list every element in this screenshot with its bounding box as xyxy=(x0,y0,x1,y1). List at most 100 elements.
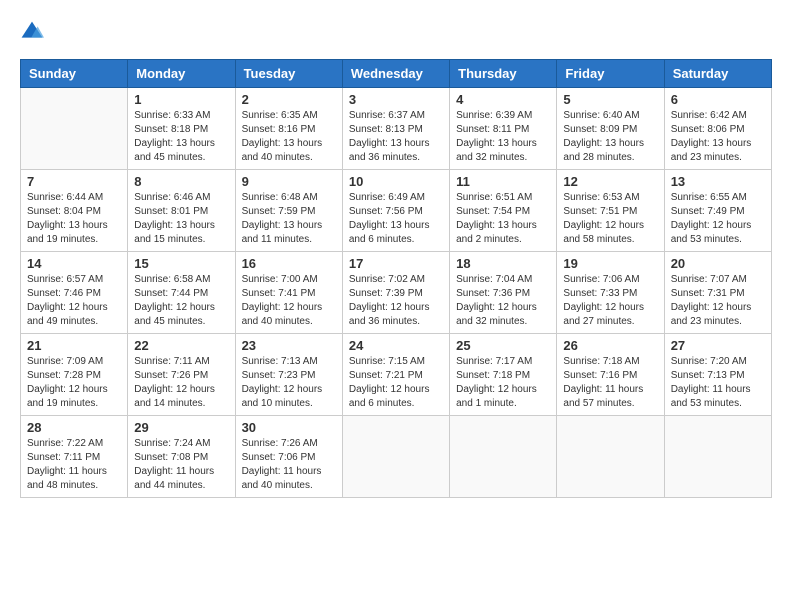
day-number: 17 xyxy=(349,256,443,271)
day-number: 27 xyxy=(671,338,765,353)
day-info: Sunrise: 7:11 AM Sunset: 7:26 PM Dayligh… xyxy=(134,355,228,411)
day-number: 12 xyxy=(563,174,657,189)
page-header xyxy=(20,20,772,44)
calendar-cell xyxy=(450,416,557,498)
day-number: 6 xyxy=(671,92,765,107)
day-info: Sunrise: 6:58 AM Sunset: 7:44 PM Dayligh… xyxy=(134,273,228,329)
calendar-table: SundayMondayTuesdayWednesdayThursdayFrid… xyxy=(20,59,772,498)
day-info: Sunrise: 6:39 AM Sunset: 8:11 PM Dayligh… xyxy=(456,109,550,165)
calendar-cell: 29 Sunrise: 7:24 AM Sunset: 7:08 PM Dayli… xyxy=(128,416,235,498)
calendar-cell: 19Sunrise: 7:06 AM Sunset: 7:33 PM Dayli… xyxy=(557,252,664,334)
column-header-thursday: Thursday xyxy=(450,60,557,88)
column-header-saturday: Saturday xyxy=(664,60,771,88)
day-info: Sunrise: 6:37 AM Sunset: 8:13 PM Dayligh… xyxy=(349,109,443,165)
calendar-cell xyxy=(557,416,664,498)
calendar-cell: 7 Sunrise: 6:44 AM Sunset: 8:04 PM Daylig… xyxy=(21,170,128,252)
calendar-cell: 23 Sunrise: 7:13 AM Sunset: 7:23 PM Dayli… xyxy=(235,334,342,416)
day-number: 5 xyxy=(563,92,657,107)
day-info: Sunrise: 7:20 AM Sunset: 7:13 PM Dayligh… xyxy=(671,355,765,411)
day-info: Sunrise: 6:44 AM Sunset: 8:04 PM Dayligh… xyxy=(27,191,121,247)
day-number: 8 xyxy=(134,174,228,189)
day-number: 29 xyxy=(134,420,228,435)
calendar-week-row: 14 Sunrise: 6:57 AM Sunset: 7:46 PM Dayli… xyxy=(21,252,772,334)
day-number: 11 xyxy=(456,174,550,189)
calendar-header-row: SundayMondayTuesdayWednesdayThursdayFrid… xyxy=(21,60,772,88)
column-header-sunday: Sunday xyxy=(21,60,128,88)
calendar-cell: 12Sunrise: 6:53 AM Sunset: 7:51 PM Dayli… xyxy=(557,170,664,252)
day-info: Sunrise: 6:57 AM Sunset: 7:46 PM Dayligh… xyxy=(27,273,121,329)
logo-icon xyxy=(20,20,44,44)
column-header-wednesday: Wednesday xyxy=(342,60,449,88)
day-number: 22 xyxy=(134,338,228,353)
day-number: 13 xyxy=(671,174,765,189)
day-info: Sunrise: 7:15 AM Sunset: 7:21 PM Dayligh… xyxy=(349,355,443,411)
calendar-cell xyxy=(342,416,449,498)
day-info: Sunrise: 6:40 AM Sunset: 8:09 PM Dayligh… xyxy=(563,109,657,165)
calendar-cell: 14 Sunrise: 6:57 AM Sunset: 7:46 PM Dayli… xyxy=(21,252,128,334)
day-number: 1 xyxy=(134,92,228,107)
day-info: Sunrise: 6:51 AM Sunset: 7:54 PM Dayligh… xyxy=(456,191,550,247)
day-info: Sunrise: 7:24 AM Sunset: 7:08 PM Dayligh… xyxy=(134,437,228,493)
day-number: 3 xyxy=(349,92,443,107)
day-info: Sunrise: 7:00 AM Sunset: 7:41 PM Dayligh… xyxy=(242,273,336,329)
day-number: 24 xyxy=(349,338,443,353)
logo xyxy=(20,20,48,44)
calendar-cell: 11 Sunrise: 6:51 AM Sunset: 7:54 PM Dayli… xyxy=(450,170,557,252)
day-info: Sunrise: 7:18 AM Sunset: 7:16 PM Dayligh… xyxy=(563,355,657,411)
column-header-friday: Friday xyxy=(557,60,664,88)
calendar-week-row: 1Sunrise: 6:33 AM Sunset: 8:18 PM Daylig… xyxy=(21,88,772,170)
calendar-week-row: 28 Sunrise: 7:22 AM Sunset: 7:11 PM Dayli… xyxy=(21,416,772,498)
day-info: Sunrise: 7:17 AM Sunset: 7:18 PM Dayligh… xyxy=(456,355,550,411)
calendar-cell: 8 Sunrise: 6:46 AM Sunset: 8:01 PM Daylig… xyxy=(128,170,235,252)
column-header-tuesday: Tuesday xyxy=(235,60,342,88)
day-number: 30 xyxy=(242,420,336,435)
calendar-cell: 21 Sunrise: 7:09 AM Sunset: 7:28 PM Dayli… xyxy=(21,334,128,416)
day-info: Sunrise: 7:04 AM Sunset: 7:36 PM Dayligh… xyxy=(456,273,550,329)
calendar-cell: 18Sunrise: 7:04 AM Sunset: 7:36 PM Dayli… xyxy=(450,252,557,334)
day-info: Sunrise: 7:13 AM Sunset: 7:23 PM Dayligh… xyxy=(242,355,336,411)
day-number: 14 xyxy=(27,256,121,271)
calendar-cell: 10Sunrise: 6:49 AM Sunset: 7:56 PM Dayli… xyxy=(342,170,449,252)
calendar-cell: 5 Sunrise: 6:40 AM Sunset: 8:09 PM Daylig… xyxy=(557,88,664,170)
day-info: Sunrise: 6:48 AM Sunset: 7:59 PM Dayligh… xyxy=(242,191,336,247)
calendar-cell xyxy=(664,416,771,498)
day-number: 28 xyxy=(27,420,121,435)
day-number: 9 xyxy=(242,174,336,189)
calendar-cell: 26 Sunrise: 7:18 AM Sunset: 7:16 PM Dayli… xyxy=(557,334,664,416)
calendar-week-row: 7 Sunrise: 6:44 AM Sunset: 8:04 PM Daylig… xyxy=(21,170,772,252)
calendar-cell: 25 Sunrise: 7:17 AM Sunset: 7:18 PM Dayli… xyxy=(450,334,557,416)
calendar-cell xyxy=(21,88,128,170)
calendar-cell: 4 Sunrise: 6:39 AM Sunset: 8:11 PM Daylig… xyxy=(450,88,557,170)
day-number: 4 xyxy=(456,92,550,107)
calendar-cell: 20Sunrise: 7:07 AM Sunset: 7:31 PM Dayli… xyxy=(664,252,771,334)
calendar-cell: 24 Sunrise: 7:15 AM Sunset: 7:21 PM Dayli… xyxy=(342,334,449,416)
day-number: 21 xyxy=(27,338,121,353)
calendar-cell: 3 Sunrise: 6:37 AM Sunset: 8:13 PM Daylig… xyxy=(342,88,449,170)
day-info: Sunrise: 6:55 AM Sunset: 7:49 PM Dayligh… xyxy=(671,191,765,247)
day-number: 7 xyxy=(27,174,121,189)
day-info: Sunrise: 7:09 AM Sunset: 7:28 PM Dayligh… xyxy=(27,355,121,411)
day-number: 2 xyxy=(242,92,336,107)
calendar-cell: 27 Sunrise: 7:20 AM Sunset: 7:13 PM Dayli… xyxy=(664,334,771,416)
day-info: Sunrise: 7:22 AM Sunset: 7:11 PM Dayligh… xyxy=(27,437,121,493)
calendar-cell: 9 Sunrise: 6:48 AM Sunset: 7:59 PM Daylig… xyxy=(235,170,342,252)
calendar-week-row: 21 Sunrise: 7:09 AM Sunset: 7:28 PM Dayli… xyxy=(21,334,772,416)
calendar-cell: 15Sunrise: 6:58 AM Sunset: 7:44 PM Dayli… xyxy=(128,252,235,334)
calendar-cell: 6Sunrise: 6:42 AM Sunset: 8:06 PM Daylig… xyxy=(664,88,771,170)
calendar-cell: 13 Sunrise: 6:55 AM Sunset: 7:49 PM Dayli… xyxy=(664,170,771,252)
day-number: 26 xyxy=(563,338,657,353)
calendar-cell: 16 Sunrise: 7:00 AM Sunset: 7:41 PM Dayli… xyxy=(235,252,342,334)
day-info: Sunrise: 6:35 AM Sunset: 8:16 PM Dayligh… xyxy=(242,109,336,165)
column-header-monday: Monday xyxy=(128,60,235,88)
day-info: Sunrise: 6:46 AM Sunset: 8:01 PM Dayligh… xyxy=(134,191,228,247)
calendar-cell: 22 Sunrise: 7:11 AM Sunset: 7:26 PM Dayli… xyxy=(128,334,235,416)
day-number: 25 xyxy=(456,338,550,353)
day-info: Sunrise: 7:26 AM Sunset: 7:06 PM Dayligh… xyxy=(242,437,336,493)
calendar-cell: 1Sunrise: 6:33 AM Sunset: 8:18 PM Daylig… xyxy=(128,88,235,170)
day-number: 19 xyxy=(563,256,657,271)
day-number: 23 xyxy=(242,338,336,353)
calendar-cell: 17 Sunrise: 7:02 AM Sunset: 7:39 PM Dayli… xyxy=(342,252,449,334)
day-info: Sunrise: 6:49 AM Sunset: 7:56 PM Dayligh… xyxy=(349,191,443,247)
day-number: 16 xyxy=(242,256,336,271)
day-info: Sunrise: 7:02 AM Sunset: 7:39 PM Dayligh… xyxy=(349,273,443,329)
